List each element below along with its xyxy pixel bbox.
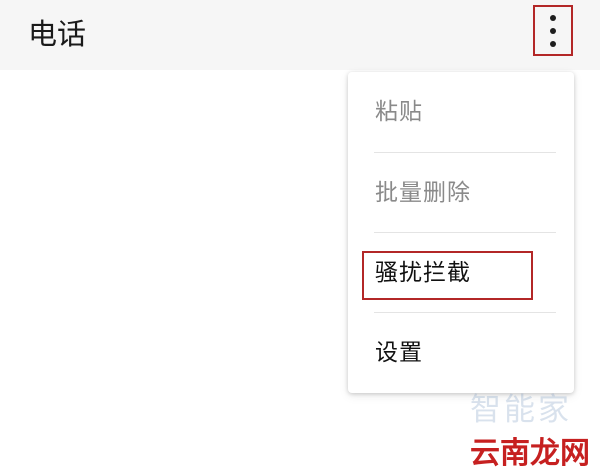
menu-item-label: 设置: [375, 340, 423, 366]
menu-item-label: 粘贴: [375, 99, 423, 125]
more-vert-icon-dot: [550, 40, 556, 47]
menu-item-paste[interactable]: 粘贴: [348, 72, 574, 152]
highlight-annotation: [362, 251, 533, 300]
menu-item-settings[interactable]: 设置: [348, 313, 574, 393]
page-title: 电话: [28, 17, 87, 51]
watermark-site-name: 云南龙网: [470, 436, 590, 471]
app-bar: 电话: [0, 0, 600, 70]
more-vert-icon-dot: [550, 27, 556, 34]
overflow-menu: 粘贴 批量删除 骚扰拦截 设置: [348, 72, 574, 393]
more-options-button[interactable]: [533, 5, 573, 56]
menu-item-batch-delete[interactable]: 批量删除: [348, 153, 574, 233]
watermark-logo-text: 智能家: [470, 392, 572, 428]
menu-item-label: 批量删除: [375, 180, 471, 206]
more-vert-icon: [550, 14, 556, 21]
